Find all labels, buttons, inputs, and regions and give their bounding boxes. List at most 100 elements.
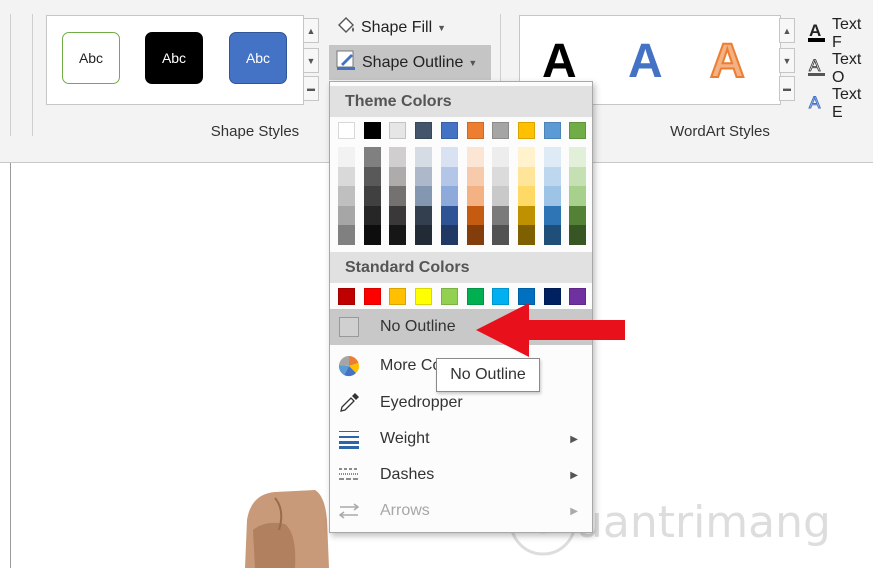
svg-text:A: A [809, 21, 821, 40]
arrows-menu-item[interactable]: Arrows ▶ [330, 493, 592, 529]
standard-color-swatch[interactable] [415, 288, 433, 305]
theme-shade-swatch[interactable] [569, 186, 587, 206]
theme-shade-swatch[interactable] [517, 225, 535, 245]
standard-color-swatch[interactable] [338, 288, 355, 305]
gallery-scroll-down-button[interactable]: ▼ [303, 48, 319, 73]
theme-color-swatch[interactable] [415, 122, 433, 139]
theme-shade-swatch[interactable] [517, 205, 535, 226]
theme-shade-swatch[interactable] [440, 205, 458, 226]
gallery-scroll-up-button[interactable]: ▲ [303, 18, 319, 43]
standard-color-swatch[interactable] [363, 288, 381, 305]
theme-shade-swatch[interactable] [389, 225, 407, 245]
theme-shade-swatch[interactable] [569, 166, 587, 187]
shape-outline-button[interactable]: Shape Outline ▼ [329, 45, 491, 80]
line-weight-icon [338, 428, 360, 450]
wordart-scroll-up-button[interactable]: ▲ [779, 18, 795, 43]
shape-fill-button[interactable]: Shape Fill ▼ [336, 16, 446, 40]
wordart-more-button[interactable]: ▬ [779, 76, 795, 101]
wordart-scroll-down-button[interactable]: ▼ [779, 48, 795, 73]
theme-shade-swatch[interactable] [338, 205, 355, 226]
theme-shade-swatch[interactable] [389, 205, 407, 226]
gallery-more-button[interactable]: ▬ [303, 76, 319, 101]
text-outline-button[interactable]: A Text O [807, 51, 873, 87]
theme-color-swatch[interactable] [543, 122, 561, 139]
wordart-style-swatch[interactable]: A [709, 34, 746, 89]
theme-shade-swatch[interactable] [543, 147, 561, 167]
theme-shade-swatch[interactable] [440, 225, 458, 245]
text-effects-button[interactable]: A Text E [807, 86, 873, 122]
theme-color-swatch[interactable] [466, 122, 484, 139]
theme-shade-swatch[interactable] [363, 166, 381, 187]
weight-label: Weight [380, 430, 430, 447]
theme-shade-swatch[interactable] [517, 147, 535, 167]
theme-shade-swatch[interactable] [466, 205, 484, 226]
theme-shade-swatch[interactable] [389, 147, 407, 167]
theme-shade-swatch[interactable] [338, 225, 355, 245]
theme-shade-swatch[interactable] [440, 166, 458, 187]
submenu-arrow-icon: ▶ [570, 469, 578, 481]
theme-shade-swatch[interactable] [363, 186, 381, 206]
theme-color-swatch[interactable] [492, 122, 510, 139]
shape-style-swatch[interactable]: Abc [229, 32, 287, 84]
theme-shade-swatch[interactable] [543, 225, 561, 245]
eyedropper-icon [338, 392, 360, 414]
theme-shade-swatch[interactable] [338, 166, 355, 187]
weight-menu-item[interactable]: Weight ▶ [330, 421, 592, 457]
theme-shade-swatch[interactable] [338, 147, 355, 167]
theme-shade-swatch[interactable] [517, 166, 535, 187]
theme-shade-swatch[interactable] [363, 225, 381, 245]
shape-style-swatch[interactable]: Abc [145, 32, 203, 84]
no-outline-label: No Outline [380, 318, 456, 335]
standard-colors-header: Standard Colors [330, 252, 592, 283]
text-outline-icon: A [807, 55, 827, 83]
theme-shade-swatch[interactable] [492, 186, 510, 206]
swatch-label: Abc [78, 50, 104, 66]
theme-shade-swatch[interactable] [415, 186, 433, 206]
theme-shade-swatch[interactable] [338, 186, 355, 206]
shape-style-swatch[interactable]: Abc [62, 32, 120, 84]
theme-shade-swatch[interactable] [569, 147, 587, 167]
theme-color-swatch[interactable] [440, 122, 458, 139]
theme-shade-swatch[interactable] [466, 166, 484, 187]
theme-shade-swatch[interactable] [492, 166, 510, 187]
shape-fill-label: Shape Fill [361, 19, 433, 36]
standard-color-swatch[interactable] [440, 288, 458, 305]
group-separator [32, 14, 33, 136]
theme-shade-swatch[interactable] [466, 147, 484, 167]
theme-color-swatch[interactable] [363, 122, 381, 139]
theme-shade-swatch[interactable] [466, 186, 484, 206]
theme-shade-swatch[interactable] [363, 205, 381, 226]
dropdown-arrow-icon: ▼ [468, 57, 478, 68]
theme-shade-swatch[interactable] [415, 166, 433, 187]
theme-color-swatch[interactable] [569, 122, 587, 139]
theme-shade-swatch[interactable] [492, 147, 510, 167]
group-separator [10, 14, 11, 136]
theme-shade-swatch[interactable] [389, 186, 407, 206]
theme-shade-swatch[interactable] [543, 166, 561, 187]
swatch-label: Abc [161, 50, 187, 66]
theme-shade-swatch[interactable] [492, 205, 510, 226]
theme-shade-swatch[interactable] [389, 166, 407, 187]
theme-shade-swatch[interactable] [415, 205, 433, 226]
theme-shade-swatch[interactable] [569, 225, 587, 245]
wordart-style-swatch[interactable]: A [628, 34, 663, 89]
theme-shade-swatch[interactable] [517, 186, 535, 206]
theme-color-swatch[interactable] [517, 122, 535, 139]
dashes-menu-item[interactable]: Dashes ▶ [330, 457, 592, 493]
paint-bucket-icon [336, 16, 356, 41]
theme-color-swatch[interactable] [338, 122, 355, 139]
theme-shade-swatch[interactable] [363, 147, 381, 167]
standard-color-swatch[interactable] [389, 288, 407, 305]
theme-shade-swatch[interactable] [543, 205, 561, 226]
text-fill-button[interactable]: A Text F [807, 16, 873, 52]
theme-shade-swatch[interactable] [440, 186, 458, 206]
theme-shade-swatch[interactable] [415, 225, 433, 245]
hand-image [245, 490, 329, 568]
theme-shade-swatch[interactable] [492, 225, 510, 245]
theme-shade-swatch[interactable] [543, 186, 561, 206]
theme-shade-swatch[interactable] [569, 205, 587, 226]
theme-shade-swatch[interactable] [415, 147, 433, 167]
theme-color-swatch[interactable] [389, 122, 407, 139]
theme-shade-swatch[interactable] [440, 147, 458, 167]
theme-shade-swatch[interactable] [466, 225, 484, 245]
